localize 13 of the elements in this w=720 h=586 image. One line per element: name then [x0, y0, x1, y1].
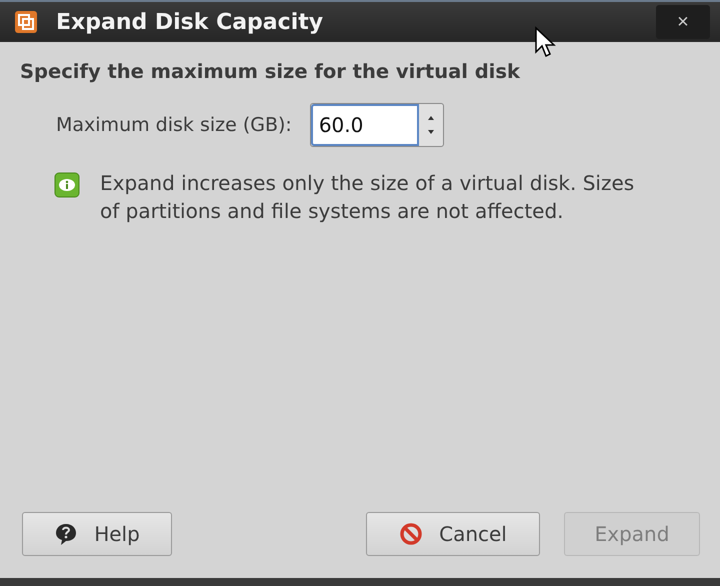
no-entry-icon — [399, 522, 424, 546]
app-icon — [14, 10, 38, 34]
mouse-pointer-icon — [534, 26, 556, 58]
disk-size-field[interactable]: 60.0 — [310, 103, 444, 147]
close-button[interactable]: × — [656, 5, 710, 39]
info-icon — [54, 172, 80, 198]
help-button[interactable]: Help — [22, 512, 172, 556]
info-text: Expand increases only the size of a virtual disk. Sizes of partitions and file systems are not affected. — [100, 170, 635, 225]
cancel-button[interactable]: Cancel — [366, 512, 540, 556]
speech-bubble-icon — [54, 522, 78, 546]
size-label: Maximum disk size (GB): — [56, 114, 292, 136]
window-title: Expand Disk Capacity — [56, 10, 324, 34]
section-heading: Specify the maximum size for the virtual disk — [20, 60, 522, 83]
